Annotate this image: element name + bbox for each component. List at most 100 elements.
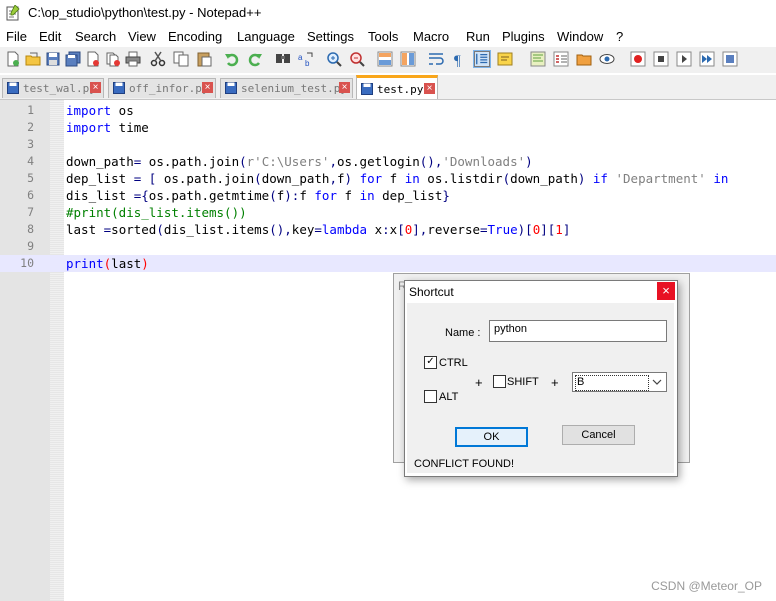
tab-close-icon[interactable]: × — [424, 83, 435, 94]
code-line: 9 — [0, 238, 776, 255]
zoom-in-icon[interactable] — [326, 51, 342, 67]
menu-edit[interactable]: Edit — [39, 29, 61, 44]
key-select-value: B — [575, 375, 649, 391]
dialog-close-icon[interactable]: × — [657, 282, 675, 300]
folder-as-workspace-icon[interactable] — [576, 51, 592, 67]
conflict-status: CONFLICT FOUND! — [414, 458, 515, 470]
svg-text:¶: ¶ — [454, 53, 461, 67]
ctrl-checkbox[interactable]: ✓ — [424, 356, 437, 369]
plus-sign: + — [475, 375, 483, 390]
menu-search[interactable]: Search — [75, 29, 116, 44]
run-macro-multiple-icon[interactable] — [699, 51, 715, 67]
code-text: dis_list ={os.path.getmtime(f):f for f i… — [66, 188, 450, 203]
tab-close-icon[interactable]: × — [339, 82, 350, 93]
tab-test[interactable]: test.py × — [356, 75, 438, 99]
code-line: 5 dep_list = [ os.path.join(down_path,f)… — [0, 170, 776, 187]
line-number: 3 — [27, 137, 34, 151]
menu-macro[interactable]: Macro — [413, 29, 449, 44]
tab-test-wal[interactable]: test_wal.py × — [2, 78, 104, 98]
redo-icon[interactable] — [247, 51, 263, 67]
indent-guide-icon[interactable] — [473, 50, 491, 68]
plus-sign: + — [551, 375, 559, 390]
menu-window[interactable]: Window — [557, 29, 603, 44]
code-line: 7 #print(dis_list.items()) — [0, 204, 776, 221]
file-saved-icon — [7, 82, 19, 94]
dialog-body: Name : python ✓ CTRL + SHIFT + B ALT OK … — [407, 303, 674, 473]
close-icon[interactable] — [85, 51, 101, 67]
menu-encoding[interactable]: Encoding — [168, 29, 222, 44]
code-line: 8 last =sorted(dis_list.items(),key=lamb… — [0, 221, 776, 238]
sync-vertical-icon[interactable] — [377, 51, 393, 67]
ctrl-label: CTRL — [439, 357, 468, 369]
shift-checkbox[interactable] — [493, 375, 506, 388]
find-icon[interactable] — [275, 51, 291, 67]
code-text: dep_list = [ os.path.join(down_path,f) f… — [66, 171, 729, 186]
watermark: CSDN @Meteor_OP — [651, 579, 762, 593]
monitoring-icon[interactable] — [599, 51, 615, 67]
menu-language[interactable]: Language — [237, 29, 295, 44]
line-number: 7 — [27, 205, 34, 219]
play-macro-icon[interactable] — [676, 51, 692, 67]
file-saved-icon — [113, 82, 125, 94]
new-file-icon[interactable] — [5, 51, 21, 67]
save-all-icon[interactable] — [65, 51, 81, 67]
line-number: 1 — [27, 103, 34, 117]
code-line: 3 — [0, 136, 776, 153]
doc-map-icon[interactable] — [530, 51, 546, 67]
save-macro-icon[interactable] — [722, 51, 738, 67]
cancel-button[interactable]: Cancel — [562, 425, 635, 445]
cut-icon[interactable] — [150, 51, 166, 67]
line-number: 4 — [27, 154, 34, 168]
function-list-icon[interactable] — [553, 51, 569, 67]
code-text: down_path= os.path.join(r'C:\Users',os.g… — [66, 154, 533, 169]
code-line: 1 import os — [0, 102, 776, 119]
line-number: 6 — [27, 188, 34, 202]
key-select[interactable]: B — [572, 372, 667, 392]
zoom-out-icon[interactable] — [349, 51, 365, 67]
code-text: last =sorted(dis_list.items(),key=lambda… — [66, 222, 571, 237]
tab-label: selenium_test.py — [241, 82, 347, 95]
tab-bar: test_wal.py × off_infor.py × selenium_te… — [0, 75, 776, 100]
menu-plugins[interactable]: Plugins — [502, 29, 545, 44]
name-input[interactable]: python — [489, 320, 667, 342]
menu-run[interactable]: Run — [466, 29, 490, 44]
alt-checkbox[interactable] — [424, 390, 437, 403]
menu-tools[interactable]: Tools — [368, 29, 398, 44]
menu-help[interactable]: ? — [616, 29, 623, 44]
menu-settings[interactable]: Settings — [307, 29, 354, 44]
menu-view[interactable]: View — [128, 29, 156, 44]
ok-button[interactable]: OK — [455, 427, 528, 447]
file-saved-icon — [361, 83, 373, 95]
paste-icon[interactable] — [196, 51, 212, 67]
line-number: 8 — [27, 222, 34, 236]
undo-icon[interactable] — [224, 51, 240, 67]
menu-file[interactable]: File — [6, 29, 27, 44]
file-saved-icon — [225, 82, 237, 94]
tab-selenium-test[interactable]: selenium_test.py × — [220, 78, 353, 98]
replace-icon[interactable]: ab — [298, 51, 314, 67]
toolbar: ab ¶ — [0, 47, 776, 73]
notepadpp-app-icon — [6, 5, 20, 21]
language-define-icon[interactable] — [497, 51, 513, 67]
code-text: import os — [66, 103, 134, 118]
tab-close-icon[interactable]: × — [90, 82, 101, 93]
copy-icon[interactable] — [173, 51, 189, 67]
show-all-chars-icon[interactable]: ¶ — [451, 51, 467, 67]
tab-off-infor[interactable]: off_infor.py × — [108, 78, 216, 98]
name-label: Name : — [445, 327, 481, 339]
tab-label: test.py — [377, 83, 424, 96]
record-macro-icon[interactable] — [630, 51, 646, 67]
close-all-icon[interactable] — [105, 51, 121, 67]
window-title: C:\op_studio\python\test.py - Notepad++ — [28, 5, 262, 20]
word-wrap-icon[interactable] — [428, 51, 444, 67]
open-file-icon[interactable] — [25, 51, 41, 67]
print-icon[interactable] — [125, 51, 141, 67]
line-number: 2 — [27, 120, 34, 134]
sync-horizontal-icon[interactable] — [400, 51, 416, 67]
stop-record-icon[interactable] — [653, 51, 669, 67]
save-icon[interactable] — [45, 51, 61, 67]
code-line: 2 import time — [0, 119, 776, 136]
dialog-title: Shortcut — [409, 285, 454, 299]
chevron-down-icon — [652, 379, 662, 385]
tab-close-icon[interactable]: × — [202, 82, 213, 93]
